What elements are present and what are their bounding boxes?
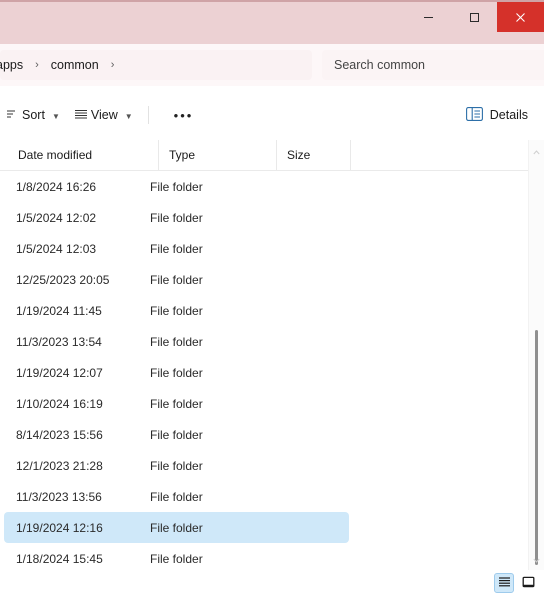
table-row[interactable]: 1/19/2024 12:07 File folder [4,357,544,388]
minimize-icon [423,12,434,23]
overflow-menu-button[interactable]: ••• [157,101,211,129]
column-header-size-label: Size [287,148,311,162]
breadcrumb-separator-icon: › [35,59,39,71]
breadcrumb-chevron-down-icon[interactable]: › [101,59,125,71]
view-chevron-down-icon: ▼ [124,111,133,121]
sort-icon [7,108,19,123]
scroll-down-arrow-icon[interactable] [529,552,544,568]
column-header-date-modified[interactable]: Date modified [8,140,158,170]
table-row[interactable]: 11/3/2023 13:54 File folder [4,326,544,357]
table-row[interactable]: 12/1/2023 21:28 File folder [4,450,544,481]
breadcrumb-item-apps[interactable]: apps [0,58,25,72]
table-row[interactable]: 1/10/2024 16:19 File folder [4,388,544,419]
cell-type: File folder [150,334,203,349]
file-explorer-window: apps › common › Search common Sort ▼ [0,0,544,596]
cell-type: File folder [150,489,203,504]
breadcrumb[interactable]: apps › common › [0,50,312,80]
vertical-scrollbar[interactable] [528,140,544,572]
table-row[interactable]: 1/18/2024 15:45 File folder [4,543,544,571]
cell-type: File folder [150,520,203,535]
toolbar-divider [147,106,149,124]
table-row[interactable]: 1/8/2024 16:26 File folder [4,171,544,202]
address-row: apps › common › Search common [0,44,544,86]
breadcrumb-item-common[interactable]: common [49,58,101,72]
toolbar: Sort ▼ View ▼ ••• Details [0,98,544,132]
cell-type: File folder [150,458,203,473]
cell-date-modified: 1/8/2024 16:26 [16,179,97,194]
cell-date-modified: 12/1/2023 21:28 [16,458,103,473]
column-header-size[interactable]: Size [276,140,350,170]
ellipsis-icon: ••• [173,107,194,123]
large-icons-view-icon [522,576,535,591]
cell-type: File folder [150,396,203,411]
scroll-up-arrow-icon[interactable] [529,144,544,160]
cell-date-modified: 1/18/2024 15:45 [16,551,103,566]
cell-date-modified: 11/3/2023 13:54 [16,334,102,349]
cell-type: File folder [150,241,203,256]
large-icons-view-button[interactable] [518,573,538,593]
details-pane-button[interactable]: Details [458,101,536,129]
cell-type: File folder [150,210,203,225]
minimize-button[interactable] [405,2,451,32]
column-header-date-modified-label: Date modified [18,148,93,162]
details-pane-label: Details [489,108,528,122]
cell-type: File folder [150,427,203,442]
cell-date-modified: 1/19/2024 12:07 [16,365,103,380]
cell-date-modified: 1/5/2024 12:02 [16,210,97,225]
details-view-button[interactable] [494,573,514,593]
cell-type: File folder [150,179,203,194]
table-row[interactable]: 12/25/2023 20:05 File folder [4,264,544,295]
title-bar [0,0,544,44]
cell-date-modified: 12/25/2023 20:05 [16,272,110,287]
sort-chevron-down-icon: ▼ [51,111,60,121]
table-row[interactable]: 1/5/2024 12:03 File folder [4,233,544,264]
cell-type: File folder [150,365,203,380]
window-controls [405,2,544,32]
details-pane-icon [465,106,483,124]
maximize-icon [469,12,480,23]
sort-label: Sort [22,108,45,122]
cell-date-modified: 1/19/2024 11:45 [16,303,102,318]
table-row[interactable]: 1/19/2024 12:16 File folder [4,512,349,543]
cell-type: File folder [150,303,203,318]
column-headers: Date modified Type Size [0,140,544,291]
column-header-type-label: Type [169,148,196,162]
column-header-blank[interactable] [350,140,522,170]
close-icon [515,12,526,23]
table-row[interactable]: 11/3/2023 13:56 File folder [4,481,544,512]
cell-type: File folder [150,272,203,287]
view-button[interactable]: View ▼ [67,101,140,129]
cell-date-modified: 11/3/2023 13:56 [16,489,102,504]
sort-button[interactable]: Sort ▼ [0,101,67,129]
table-row[interactable]: 1/19/2024 11:45 File folder [4,295,544,326]
close-button[interactable] [497,2,544,32]
cell-type: File folder [150,551,203,566]
scrollbar-thumb[interactable] [535,330,538,565]
maximize-button[interactable] [451,2,497,32]
status-bar [0,570,544,596]
file-list[interactable]: 1/8/2024 16:26 File folder 1/5/2024 12:02 F… [0,171,544,571]
cell-date-modified: 1/5/2024 12:03 [16,241,97,256]
column-header-type[interactable]: Type [158,140,276,170]
table-row[interactable]: 8/14/2023 15:56 File folder [4,419,544,450]
cell-date-modified: 1/19/2024 12:16 [16,520,103,535]
cell-date-modified: 1/10/2024 16:19 [16,396,103,411]
table-row[interactable]: 1/5/2024 12:02 File folder [4,202,544,233]
cell-date-modified: 8/14/2023 15:56 [16,427,103,442]
search-box[interactable]: Search common [322,50,544,80]
view-label: View [90,108,118,122]
view-icon [74,108,88,123]
view-mode-toggle [494,573,538,593]
search-input[interactable]: Search common [322,58,425,72]
details-view-icon [498,576,511,591]
